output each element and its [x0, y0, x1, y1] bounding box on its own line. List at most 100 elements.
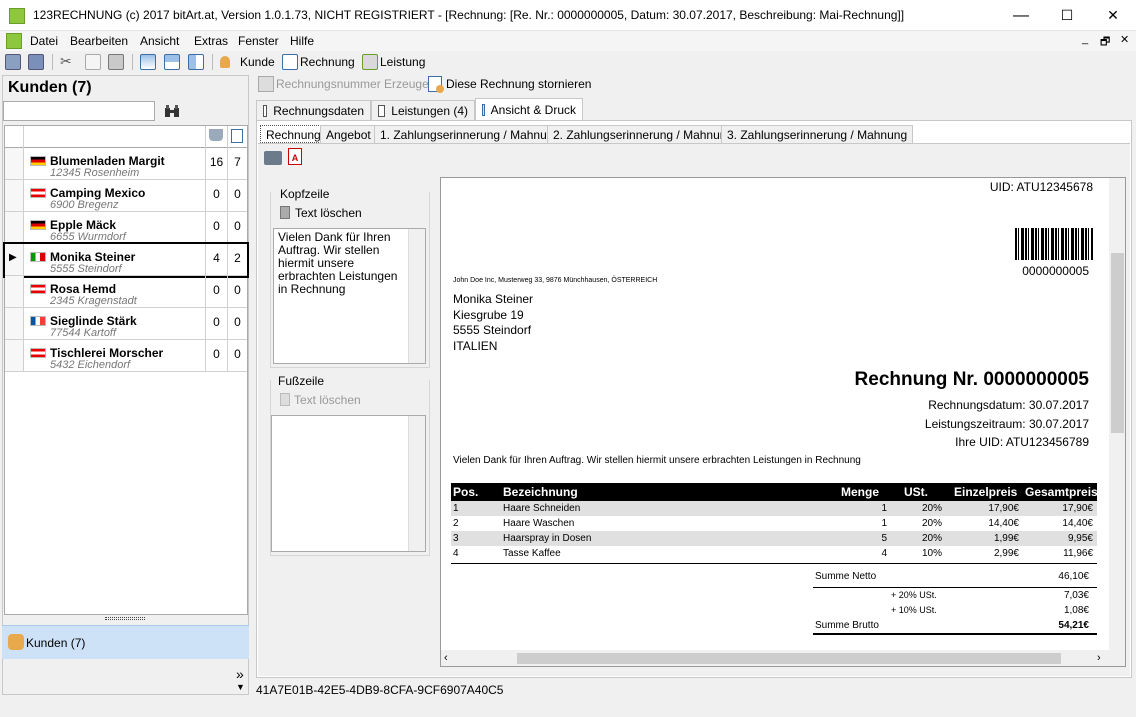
tab-leistungen[interactable]: Leistungen (4) [371, 100, 475, 120]
rechnung-label[interactable]: Rechnung [300, 55, 355, 69]
row-selector[interactable] [5, 180, 24, 211]
customers-icon [8, 634, 24, 650]
customer-count-2: 0 [227, 308, 247, 339]
service-icon[interactable] [362, 54, 378, 70]
row-quantity: 1 [881, 518, 887, 529]
invoice-icon[interactable] [282, 54, 298, 70]
customer-row[interactable]: Blumenladen Margit 12345 Rosenheim 16 7 [5, 148, 247, 180]
mdi-close-button[interactable]: ✕ [1120, 33, 1129, 46]
nav-kunden[interactable]: Kunden (7) [2, 625, 249, 659]
minimize-button[interactable]: — [998, 0, 1044, 31]
row-selector[interactable] [5, 276, 24, 307]
country-flag-icon [30, 284, 46, 294]
ust10-label: + 10% USt. [891, 605, 937, 615]
tab-ansicht-druck[interactable]: Ansicht & Druck [475, 98, 583, 120]
scroll-left-icon[interactable]: ‹ [444, 652, 448, 664]
toolbar-separator [132, 54, 133, 70]
tile-horizontal-icon[interactable] [164, 54, 180, 70]
customer-row[interactable]: Tischlerei Morscher 5432 Eichendorf 0 0 [5, 340, 247, 372]
barcode [1015, 228, 1093, 260]
row-selector[interactable] [5, 308, 24, 339]
preview-vscrollbar[interactable] [1109, 178, 1125, 650]
country-flag-icon [30, 220, 46, 230]
maximize-button[interactable]: ☐ [1044, 0, 1090, 31]
title-bar: 123RECHNUNG (c) 2017 bitArt.at, Version … [0, 0, 1136, 31]
row-selector[interactable]: ▶ [5, 244, 24, 275]
preview-icon [482, 103, 485, 116]
customer-count-2: 0 [227, 212, 247, 243]
tile-vertical-icon[interactable] [188, 54, 204, 70]
splitter-grip[interactable] [105, 617, 145, 620]
customer-row[interactable]: ▶ Monika Steiner 5555 Steindorf 4 2 [3, 242, 249, 278]
paste-icon[interactable] [108, 54, 124, 70]
menu-extras[interactable]: Extras [194, 34, 228, 48]
save-all-icon[interactable] [28, 54, 44, 70]
row-pos: 1 [453, 503, 459, 514]
row-unit-price: 2,99€ [993, 548, 1019, 559]
binoculars-search-button[interactable] [160, 101, 184, 121]
binoculars-icon [165, 105, 179, 117]
fusszeile-scrollbar[interactable] [408, 416, 425, 551]
row-selector[interactable] [5, 148, 24, 179]
mdi-minimize-button[interactable]: _ [1082, 33, 1088, 45]
sum-divider [813, 587, 1097, 588]
preview-hscrollbar[interactable]: ‹ › [441, 650, 1125, 666]
customer-row[interactable]: Rosa Hemd 2345 Kragenstadt 0 0 [5, 276, 247, 308]
kunde-button[interactable] [218, 54, 236, 70]
menu-fenster[interactable]: Fenster [238, 34, 279, 48]
toolbar: ✂ Kunde Rechnung Leistung [0, 51, 1136, 73]
renumber-button[interactable]: Rechnungsnummer Erzeugen [276, 77, 435, 91]
subtab-mahnung-3[interactable]: 3. Zahlungserinnerung / Mahnung [721, 125, 914, 143]
close-button[interactable]: ✕ [1090, 0, 1136, 31]
kopfzeile-textarea[interactable]: Vielen Dank für Ihren Auftrag. Wir stell… [273, 228, 426, 364]
menu-hilfe[interactable]: Hilfe [290, 34, 314, 48]
basket-column-icon[interactable] [205, 126, 227, 148]
col-pos: Pos. [453, 485, 479, 499]
tab-rechnungsdaten[interactable]: Rechnungsdaten [256, 100, 371, 120]
trash-icon [280, 393, 290, 406]
pdf-icon[interactable]: A [288, 148, 302, 165]
fusszeile-clear-button[interactable]: Text löschen [294, 393, 361, 407]
customer-name: Tischlerei Morscher [50, 346, 164, 360]
subtab-rechnung[interactable]: Rechnung [260, 125, 327, 143]
cut-icon[interactable]: ✂ [60, 53, 72, 70]
row-unit-price: 1,99€ [993, 533, 1019, 544]
print-icon[interactable] [264, 151, 282, 165]
cascade-icon[interactable] [140, 54, 156, 70]
mdi-restore-button[interactable]: 🗗 [1100, 33, 1110, 52]
nav-kunden-label: Kunden (7) [26, 636, 86, 650]
save-icon[interactable] [5, 54, 21, 70]
menu-ansicht[interactable]: Ansicht [140, 34, 179, 48]
subtab-angebot[interactable]: Angebot [320, 125, 377, 143]
customer-row[interactable]: Camping Mexico 6900 Bregenz 0 0 [5, 180, 247, 212]
customer-row[interactable]: Sieglinde Stärk 77544 Kartoff 0 0 [5, 308, 247, 340]
tab-label: Rechnungsdaten [273, 103, 364, 118]
customer-search-input[interactable] [3, 101, 155, 121]
cancel-invoice-button[interactable]: Diese Rechnung stornieren [446, 77, 591, 91]
invoice-intro: Vielen Dank für Ihren Auftrag. Wir stell… [453, 455, 861, 466]
document-column-icon[interactable] [227, 126, 247, 148]
subtab-mahnung-1[interactable]: 1. Zahlungserinnerung / Mahnung [374, 125, 567, 143]
preview-vscroll-thumb[interactable] [1111, 253, 1124, 433]
copy-icon[interactable] [85, 54, 101, 70]
menu-bearbeiten[interactable]: Bearbeiten [70, 34, 128, 48]
preview-hscroll-thumb[interactable] [517, 653, 1061, 664]
menu-datei[interactable]: Datei [30, 34, 58, 48]
fusszeile-textarea[interactable] [271, 415, 426, 552]
customer-row[interactable]: Epple Mäck 6655 Wurmdorf 0 0 [5, 212, 247, 244]
invoice-heading: Rechnung Nr. 0000000005 [854, 369, 1089, 390]
kopfzeile-text: Vielen Dank für Ihren Auftrag. Wir stell… [278, 230, 398, 296]
kunde-label[interactable]: Kunde [240, 55, 275, 69]
scroll-right-icon[interactable]: › [1097, 652, 1101, 664]
kopfzeile-scrollbar[interactable] [408, 229, 425, 363]
country-flag-icon [30, 348, 46, 358]
customer-count-2: 7 [227, 148, 247, 179]
customer-table-header [5, 126, 247, 148]
leistung-label[interactable]: Leistung [380, 55, 425, 69]
customer-table: Blumenladen Margit 12345 Rosenheim 16 7 Camp… [3, 125, 249, 615]
subtab-mahnung-2[interactable]: 2. Zahlungserinnerung / Mahnung [547, 125, 740, 143]
row-selector[interactable] [5, 340, 24, 371]
customer-panel-title: Kunden (7) [8, 79, 92, 96]
row-selector[interactable] [5, 212, 24, 243]
kopfzeile-clear-button[interactable]: Text löschen [295, 206, 362, 220]
